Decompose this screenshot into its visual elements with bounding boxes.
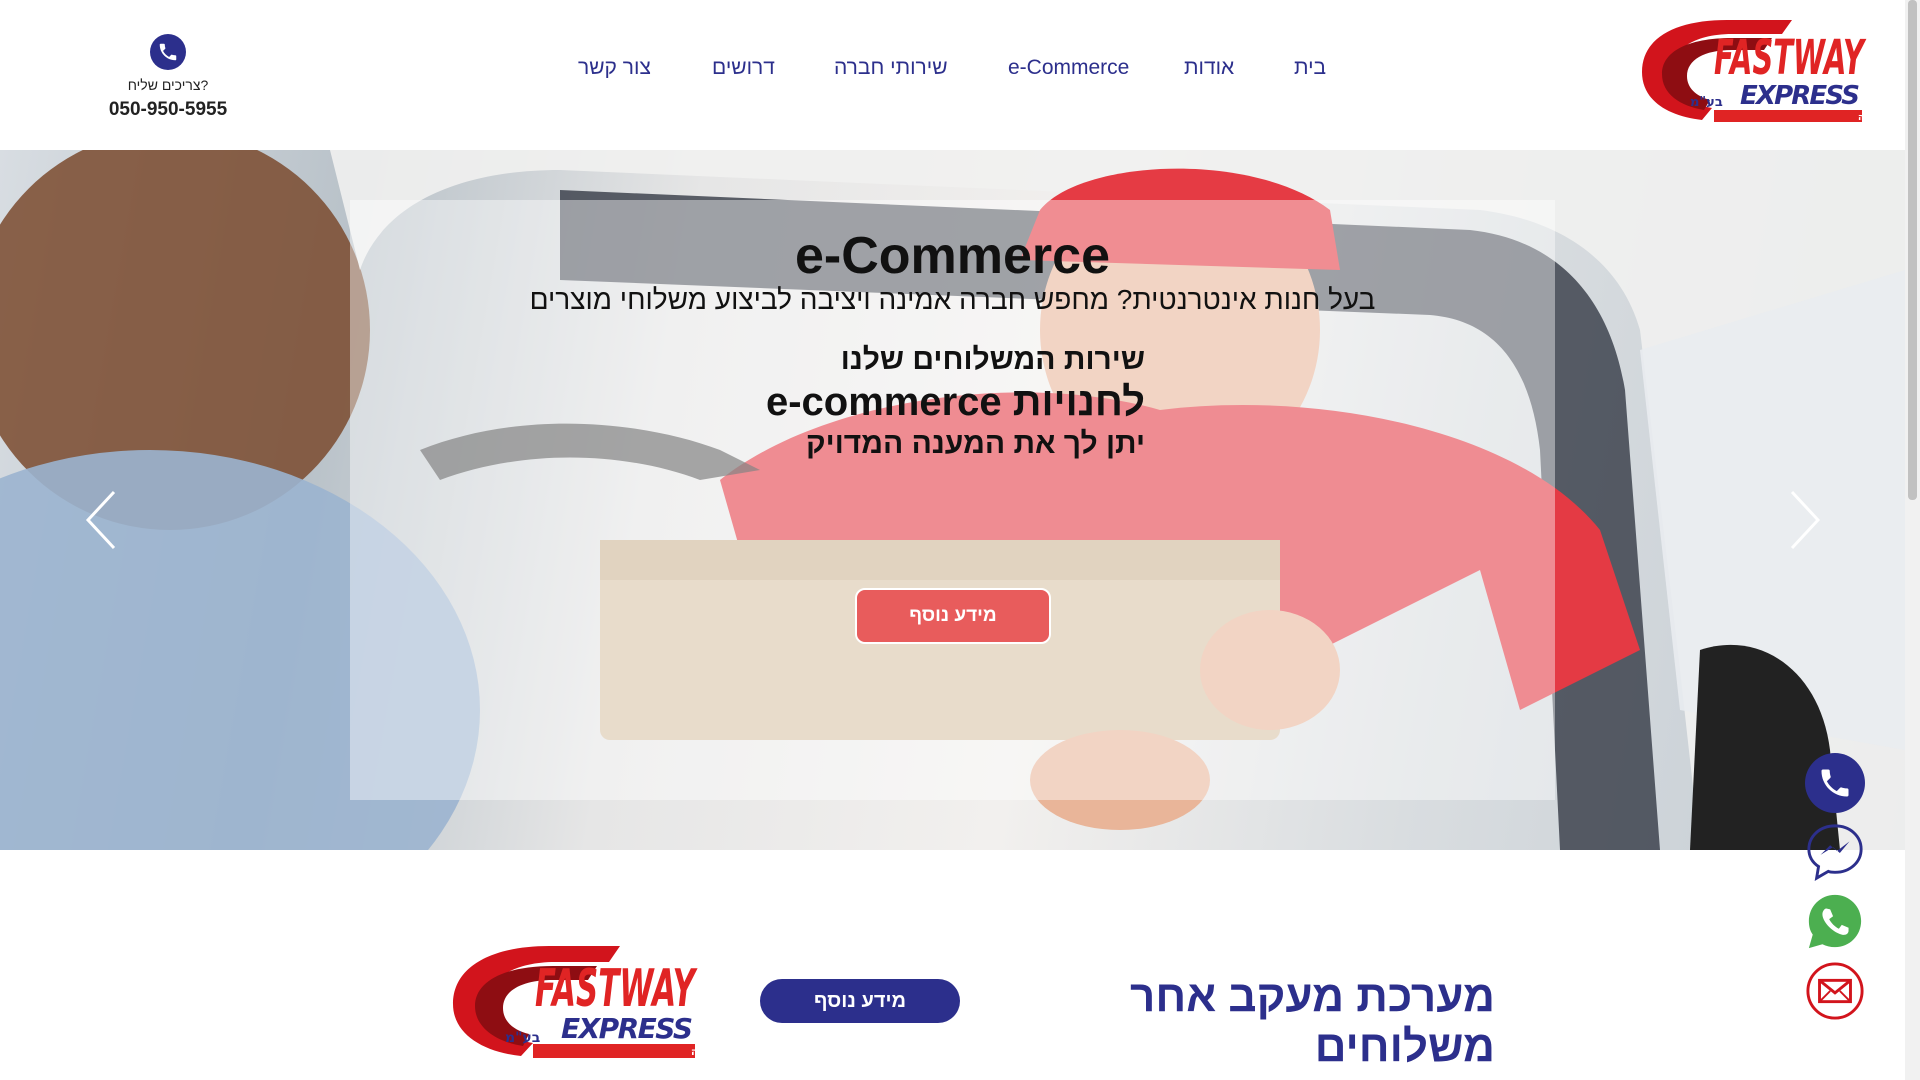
tracking-more-info-button[interactable]: מידע נוסף — [760, 979, 960, 1023]
phone-icon[interactable] — [150, 34, 186, 70]
contact-phone-number[interactable]: 050-950-5955 — [100, 98, 236, 122]
nav-home[interactable]: בית — [1294, 56, 1326, 80]
nav-ecommerce[interactable]: e-Commerce — [1008, 56, 1129, 80]
float-messenger-icon[interactable] — [1805, 822, 1865, 882]
svg-text:FASTWAY: FASTWAY — [535, 959, 698, 1019]
svg-text:בע"מ: בע"מ — [1690, 95, 1723, 110]
hero-more-info-button[interactable]: מידע נוסף — [855, 588, 1051, 644]
hero-description: שירות המשלוחים שלנו לחנויות e-commerce י… — [766, 340, 1145, 464]
header-contact: צריכים שליח? 050-950-5955 — [100, 34, 236, 122]
svg-text:בע"מ: בע"מ — [505, 1030, 540, 1046]
nav-about[interactable]: אודות — [1184, 56, 1234, 80]
nav-contact[interactable]: צור קשר — [578, 56, 651, 80]
site-header: FASTWAY EXPRESS בע"מ שליחויות | הפצה | ל… — [0, 0, 1905, 150]
hero-line-1: שירות המשלוחים שלנו — [840, 343, 1145, 376]
svg-text:שליחויות | הפצה | לוגיסטיקה: שליחויות | הפצה | לוגיסטיקה — [1858, 113, 1868, 123]
tracking-title: מערכת מעקב אחר משלוחים — [1130, 972, 1495, 1071]
svg-text:שליחויות | הפצה | לוגיסטיקה: שליחויות | הפצה | לוגיסטיקה — [691, 1047, 701, 1058]
svg-text:EXPRESS: EXPRESS — [561, 1012, 693, 1045]
contact-question: צריכים שליח? — [127, 77, 209, 93]
slider-prev-arrow-icon[interactable] — [80, 490, 120, 550]
slider-next-arrow-icon[interactable] — [1786, 490, 1826, 550]
fastway-logo-bottom: FASTWAY EXPRESS בע"מ שליחויות | הפצה | ל… — [453, 946, 701, 1058]
hero-line-2: לחנויות e-commerce — [765, 380, 1145, 424]
hero-slider: e-Commerce בעל חנות אינטרנטית? מחפש חברה… — [0, 150, 1905, 850]
float-phone-icon[interactable] — [1805, 753, 1865, 813]
hero-subtitle: בעל חנות אינטרנטית? מחפש חברה אמינה ויצי… — [529, 284, 1376, 315]
hero-title: e-Commerce — [794, 227, 1111, 285]
main-nav: בית אודות e-Commerce שירותי חברה דרושים … — [0, 56, 1905, 86]
scrollbar-thumb[interactable] — [1908, 0, 1917, 500]
float-mail-icon[interactable] — [1805, 961, 1865, 1021]
nav-company-services[interactable]: שירותי חברה — [834, 56, 948, 80]
page-scrollbar[interactable] — [1905, 0, 1920, 1080]
hero-line-3: יתן לך את המענה המדויק — [806, 427, 1145, 460]
nav-jobs[interactable]: דרושים — [712, 56, 775, 80]
float-whatsapp-icon[interactable] — [1805, 892, 1865, 952]
